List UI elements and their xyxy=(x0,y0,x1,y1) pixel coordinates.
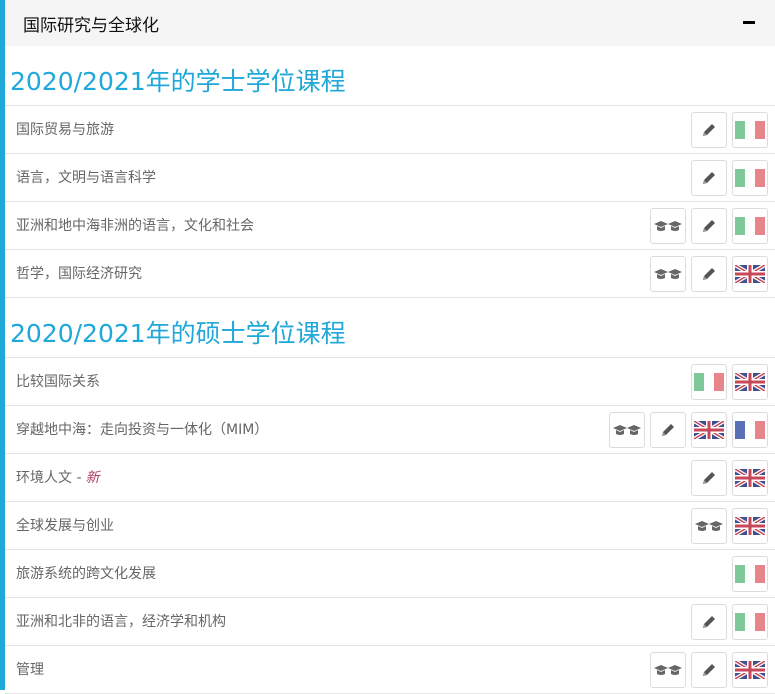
graduation-caps-icon[interactable] xyxy=(691,508,727,544)
program-name-text: 亚洲和北非的语言，经济学和机构 xyxy=(16,614,226,630)
pencil-icon[interactable] xyxy=(691,112,727,148)
graduation-caps-icon[interactable] xyxy=(609,412,645,448)
section-title: 2020/2021年的硕士学位课程 xyxy=(5,298,775,358)
program-name-text: 环境人文 - xyxy=(16,470,82,486)
program-row[interactable]: 旅游系统的跨文化发展 xyxy=(5,550,775,598)
italian-flag-icon[interactable] xyxy=(732,160,768,196)
program-actions xyxy=(609,412,768,448)
program-row[interactable]: 环境人文 -新 xyxy=(5,454,775,502)
program-name-text: 比较国际关系 xyxy=(16,374,100,390)
program-name[interactable]: 全球发展与创业 xyxy=(16,515,114,535)
program-actions xyxy=(691,364,768,400)
page: 国际研究与全球化 2020/2021年的学士学位课程 国际贸易与旅游语言，文明与… xyxy=(0,0,775,694)
program-actions xyxy=(691,160,768,196)
program-name[interactable]: 亚洲和北非的语言，经济学和机构 xyxy=(16,611,226,631)
program-actions xyxy=(650,208,768,244)
program-row[interactable]: 语言，文明与语言科学 xyxy=(5,154,775,202)
uk-flag-icon[interactable] xyxy=(732,652,768,688)
program-actions xyxy=(691,112,768,148)
uk-flag-icon[interactable] xyxy=(732,460,768,496)
graduation-caps-icon[interactable] xyxy=(650,208,686,244)
program-row[interactable]: 比较国际关系 xyxy=(5,358,775,406)
french-flag-icon[interactable] xyxy=(732,412,768,448)
program-actions xyxy=(691,508,768,544)
italian-flag-icon[interactable] xyxy=(732,112,768,148)
program-name[interactable]: 亚洲和地中海非洲的语言，文化和社会 xyxy=(16,215,254,235)
section-title: 2020/2021年的学士学位课程 xyxy=(5,46,775,106)
pencil-icon[interactable] xyxy=(691,460,727,496)
italian-flag-icon[interactable] xyxy=(732,604,768,640)
program-name-text: 语言，文明与语言科学 xyxy=(16,170,156,186)
program-name[interactable]: 比较国际关系 xyxy=(16,371,100,391)
new-badge: 新 xyxy=(85,470,100,486)
pencil-icon[interactable] xyxy=(691,208,727,244)
program-row[interactable]: 管理 xyxy=(5,646,775,694)
program-row[interactable]: 亚洲和北非的语言，经济学和机构 xyxy=(5,598,775,646)
uk-flag-icon[interactable] xyxy=(732,508,768,544)
program-name-text: 哲学，国际经济研究 xyxy=(16,266,142,282)
graduation-caps-icon[interactable] xyxy=(650,256,686,292)
program-name-text: 国际贸易与旅游 xyxy=(16,122,114,138)
program-name-text: 亚洲和地中海非洲的语言，文化和社会 xyxy=(16,218,254,234)
italian-flag-icon[interactable] xyxy=(732,208,768,244)
pencil-icon[interactable] xyxy=(691,256,727,292)
graduation-caps-icon[interactable] xyxy=(650,652,686,688)
program-actions xyxy=(650,256,768,292)
pencil-icon[interactable] xyxy=(650,412,686,448)
program-name-text: 全球发展与创业 xyxy=(16,518,114,534)
program-list: 比较国际关系穿越地中海：走向投资与一体化（MIM） 环境人文 - 新全球发展与创业旅… xyxy=(5,358,775,694)
program-actions xyxy=(650,652,768,688)
program-name-text: 管理 xyxy=(16,662,44,678)
master-section: 2020/2021年的硕士学位课程 比较国际关系穿越地中海：走向投资与一体化（M… xyxy=(5,298,775,694)
program-row[interactable]: 哲学，国际经济研究 xyxy=(5,250,775,298)
program-actions xyxy=(732,556,768,592)
accordion-header[interactable]: 国际研究与全球化 xyxy=(5,0,775,46)
collapse-icon[interactable] xyxy=(743,16,755,28)
pencil-icon[interactable] xyxy=(691,604,727,640)
program-name-text: 穿越地中海：走向投资与一体化（MIM） xyxy=(16,422,269,438)
pencil-icon[interactable] xyxy=(691,652,727,688)
program-actions xyxy=(691,604,768,640)
program-actions xyxy=(691,460,768,496)
italian-flag-icon[interactable] xyxy=(732,556,768,592)
program-list: 国际贸易与旅游语言，文明与语言科学亚洲和地中海非洲的语言，文化和社会 哲学，国际经… xyxy=(5,106,775,298)
program-name[interactable]: 旅游系统的跨文化发展 xyxy=(16,563,156,583)
program-row[interactable]: 全球发展与创业 xyxy=(5,502,775,550)
program-name[interactable]: 环境人文 -新 xyxy=(16,467,100,487)
program-name-text: 旅游系统的跨文化发展 xyxy=(16,566,156,582)
accordion-title: 国际研究与全球化 xyxy=(23,15,159,36)
pencil-icon[interactable] xyxy=(691,160,727,196)
italian-flag-icon[interactable] xyxy=(691,364,727,400)
program-row[interactable]: 亚洲和地中海非洲的语言，文化和社会 xyxy=(5,202,775,250)
program-name[interactable]: 哲学，国际经济研究 xyxy=(16,263,142,283)
program-row[interactable]: 国际贸易与旅游 xyxy=(5,106,775,154)
program-name[interactable]: 穿越地中海：走向投资与一体化（MIM） xyxy=(16,419,268,439)
uk-flag-icon[interactable] xyxy=(732,364,768,400)
uk-flag-icon[interactable] xyxy=(732,256,768,292)
program-name[interactable]: 语言，文明与语言科学 xyxy=(16,167,156,187)
program-row[interactable]: 穿越地中海：走向投资与一体化（MIM） xyxy=(5,406,775,454)
bachelor-section: 2020/2021年的学士学位课程 国际贸易与旅游语言，文明与语言科学亚洲和地中… xyxy=(5,46,775,298)
program-name[interactable]: 国际贸易与旅游 xyxy=(16,119,114,139)
uk-flag-icon[interactable] xyxy=(691,412,727,448)
program-name[interactable]: 管理 xyxy=(16,659,44,679)
